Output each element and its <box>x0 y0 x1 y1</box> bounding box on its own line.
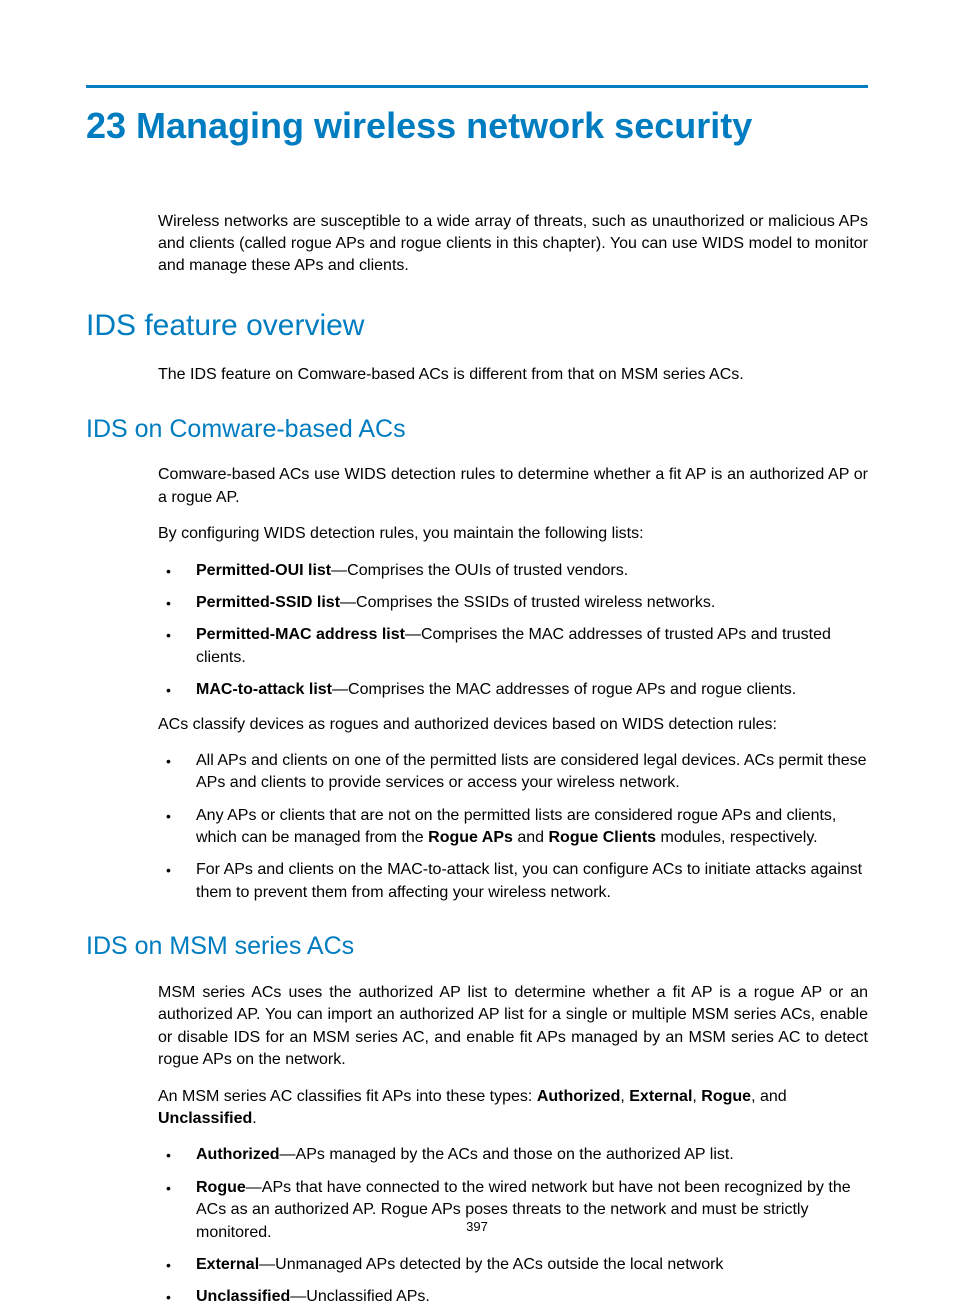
section-heading-comware: IDS on Comware-based ACs <box>86 413 868 447</box>
list-item: Permitted-MAC address list—Comprises the… <box>158 624 868 669</box>
document-page: 23 Managing wireless network security Wi… <box>0 0 954 1296</box>
def: —Unmanaged APs detected by the ACs outsi… <box>259 1256 723 1273</box>
list-item: Authorized—APs managed by the ACs and th… <box>158 1144 868 1166</box>
classification-list: All APs and clients on one of the permit… <box>158 750 868 904</box>
sec2-block: Comware-based ACs use WIDS detection rul… <box>158 464 868 904</box>
list-item: Unclassified—Unclassified APs. <box>158 1286 868 1308</box>
list-item: MAC-to-attack list—Comprises the MAC add… <box>158 679 868 701</box>
sec2-p3: ACs classify devices as rogues and autho… <box>158 714 868 736</box>
text: All APs and clients on one of the permit… <box>196 752 867 791</box>
term: Unclassified <box>196 1288 290 1305</box>
term: Rogue <box>196 1179 246 1196</box>
term: Permitted-OUI list <box>196 562 331 579</box>
permitted-lists: Permitted-OUI list—Comprises the OUIs of… <box>158 560 868 702</box>
list-item: Permitted-SSID list—Comprises the SSIDs … <box>158 592 868 614</box>
def: —APs managed by the ACs and those on the… <box>280 1146 734 1163</box>
list-item: For APs and clients on the MAC-to-attack… <box>158 859 868 904</box>
sec1-p1: The IDS feature on Comware-based ACs is … <box>158 364 868 386</box>
text: For APs and clients on the MAC-to-attack… <box>196 861 862 900</box>
chapter-title: 23 Managing wireless network security <box>86 102 868 151</box>
intro-paragraph: Wireless networks are susceptible to a w… <box>158 211 868 278</box>
sec1-block: The IDS feature on Comware-based ACs is … <box>158 364 868 386</box>
title-rule <box>86 85 868 88</box>
page-number: 397 <box>0 1218 954 1236</box>
list-item: External—Unmanaged APs detected by the A… <box>158 1254 868 1276</box>
term: Rogue APs <box>428 829 513 846</box>
term: Authorized <box>196 1146 280 1163</box>
term: External <box>196 1256 259 1273</box>
text: and <box>513 829 549 846</box>
list-item: Permitted-OUI list—Comprises the OUIs of… <box>158 560 868 582</box>
sec3-p1: MSM series ACs uses the authorized AP li… <box>158 982 868 1072</box>
def: —Unclassified APs. <box>290 1288 430 1305</box>
term: Permitted-MAC address list <box>196 626 405 643</box>
term: Rogue Clients <box>548 829 656 846</box>
sec3-p2: An MSM series AC classifies fit APs into… <box>158 1086 868 1131</box>
def: —Comprises the MAC addresses of rogue AP… <box>332 681 796 698</box>
sec2-p1: Comware-based ACs use WIDS detection rul… <box>158 464 868 509</box>
section-heading-msm: IDS on MSM series ACs <box>86 930 868 964</box>
term: MAC-to-attack list <box>196 681 332 698</box>
section-heading-ids-overview: IDS feature overview <box>86 306 868 347</box>
term: Permitted-SSID list <box>196 594 340 611</box>
def: —Comprises the OUIs of trusted vendors. <box>331 562 628 579</box>
list-item: Any APs or clients that are not on the p… <box>158 805 868 850</box>
def: —Comprises the SSIDs of trusted wireless… <box>340 594 715 611</box>
list-item: All APs and clients on one of the permit… <box>158 750 868 795</box>
sec3-block: MSM series ACs uses the authorized AP li… <box>158 982 868 1309</box>
text: modules, respectively. <box>656 829 818 846</box>
sec2-p2: By configuring WIDS detection rules, you… <box>158 523 868 545</box>
intro-block: Wireless networks are susceptible to a w… <box>158 211 868 278</box>
